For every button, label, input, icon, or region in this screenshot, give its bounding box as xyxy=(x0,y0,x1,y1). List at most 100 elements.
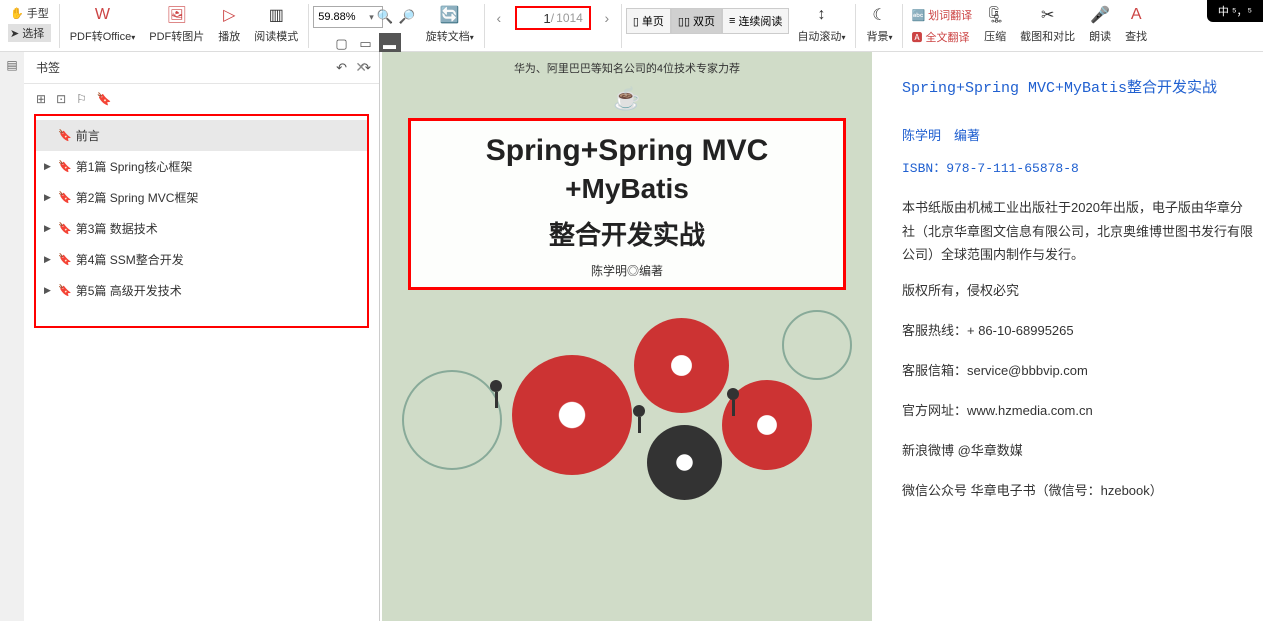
cover-gears xyxy=(382,310,872,590)
rotate-doc-button[interactable]: 🔄 旋转文档▾ xyxy=(420,2,480,46)
bookmark-item[interactable]: ▶ 🔖 第4篇 SSM整合开发 xyxy=(36,244,367,275)
read-mode-button[interactable]: ▥ 阅读模式 xyxy=(248,2,304,46)
chevron-right-icon[interactable]: ▶ xyxy=(44,192,54,203)
compress-button[interactable]: 🗜 压缩 xyxy=(978,2,1012,46)
bookmark-leaf-icon: 🔖 xyxy=(58,284,72,297)
rotate-icon: 🔄 xyxy=(439,4,461,26)
double-page-button[interactable]: ▯▯双页 xyxy=(671,8,722,34)
outline-tab-icon[interactable]: ▤ xyxy=(6,58,17,72)
chevron-right-icon[interactable]: ▶ xyxy=(44,254,54,265)
chevron-right-icon[interactable]: ▶ xyxy=(44,161,54,172)
play-icon: ▷ xyxy=(218,4,240,26)
bookmark-item[interactable]: 🔖 前言 xyxy=(36,120,367,151)
full-translate-button[interactable]: 🅰全文翻译 xyxy=(907,26,976,48)
cover-title-box: Spring+Spring MVC +MyBatis 整合开发实战 陈学明◎编著 xyxy=(408,118,846,290)
zoom-out-icon: 🔍 xyxy=(376,9,393,25)
play-button[interactable]: ▷ 播放 xyxy=(212,2,246,46)
bookmark-leaf-icon: 🔖 xyxy=(58,191,72,204)
cover-banner: 华为、阿里巴巴等知名公司的4位技术专家力荐 xyxy=(382,52,872,80)
book-isbn: ISBN：978-7-111-65878-8 xyxy=(902,154,1255,184)
auto-scroll-button[interactable]: ↕ 自动滚动▾ xyxy=(791,2,851,46)
pdf-to-image-button[interactable]: 🖼 PDF转图片 xyxy=(143,2,210,46)
bookmark-leaf-icon: 🔖 xyxy=(58,129,72,142)
word-translate-button[interactable]: 🔤划词翻译 xyxy=(907,4,976,26)
add-bookmark-icon[interactable]: ⊞ xyxy=(36,92,46,106)
mic-icon: 🎤 xyxy=(1089,4,1111,26)
bookmark-item[interactable]: ▶ 🔖 第3篇 数据技术 xyxy=(36,213,367,244)
continuous-button[interactable]: ≡连续阅读 xyxy=(722,8,789,34)
zoom-in-icon: 🔎 xyxy=(398,9,415,25)
find-button[interactable]: A 查找 xyxy=(1119,2,1153,46)
cover-title-line2: +MyBatis xyxy=(419,173,835,205)
zoom-in-button[interactable]: 🔎 xyxy=(396,6,418,28)
book-title: Spring+Spring MVC+MyBatis整合开发实战 xyxy=(902,72,1255,107)
prev-page-button[interactable]: ‹ xyxy=(489,8,509,28)
book-author: 陈学明 编著 xyxy=(902,121,1255,151)
page-input[interactable] xyxy=(523,11,551,26)
main-area: ▤ 书签 ✕ ⊞ ⊡ ⚐ 🔖 🔖 前言 ▶ 🔖 xyxy=(0,52,1263,621)
divider xyxy=(59,4,60,48)
scroll-icon: ↕ xyxy=(810,4,832,26)
crop-icon: ✂ xyxy=(1037,4,1059,26)
background-button[interactable]: ☾ 背景▾ xyxy=(860,2,898,46)
bookmark-list: 🔖 前言 ▶ 🔖 第1篇 Spring核心框架 ▶ 🔖 第2篇 Spring M… xyxy=(34,114,369,328)
single-page-button[interactable]: ▯单页 xyxy=(626,8,671,34)
book-icon: ▥ xyxy=(265,4,287,26)
translate-icon: 🔤 xyxy=(911,9,925,22)
top-toolbar: ✋手型 ➤选择 W PDF转Office▾ 🖼 PDF转图片 ▷ 播放 ▥ 阅读… xyxy=(0,0,1263,52)
divider xyxy=(621,4,622,48)
bookmark-icon[interactable]: 🔖 xyxy=(97,92,112,106)
bookmark-leaf-icon: 🔖 xyxy=(58,222,72,235)
dropdown-icon: ▾ xyxy=(470,33,474,42)
dropdown-icon: ▾ xyxy=(131,33,135,42)
expand-all-icon[interactable]: ⊡ xyxy=(56,92,66,106)
chevron-right-icon[interactable]: ▶ xyxy=(44,285,54,296)
wechat-text: 微信公众号 华章电子书（微信号：hzebook） xyxy=(902,476,1255,506)
word-icon: W xyxy=(91,4,113,26)
coffee-cup-icon: ☕ xyxy=(382,86,872,112)
chevron-right-icon[interactable]: ▶ xyxy=(44,223,54,234)
bookmark-leaf-icon: 🔖 xyxy=(58,160,72,173)
dropdown-icon: ▾ xyxy=(841,33,845,42)
bookmark-item[interactable]: ▶ 🔖 第2篇 Spring MVC框架 xyxy=(36,182,367,213)
divider xyxy=(308,4,309,48)
dropdown-icon: ▾ xyxy=(888,33,892,42)
bookmark-flag-icon[interactable]: ⚐ xyxy=(76,92,87,106)
next-page-button[interactable]: › xyxy=(597,8,617,28)
side-icon-bar: ▤ xyxy=(0,52,24,621)
sidebar-tools: ⊞ ⊡ ⚐ 🔖 xyxy=(24,84,379,114)
crop-compare-button[interactable]: ✂ 截图和对比 xyxy=(1014,2,1081,46)
continuous-icon: ≡ xyxy=(729,15,735,27)
sidebar: 书签 ✕ ⊞ ⊡ ⚐ 🔖 🔖 前言 ▶ 🔖 第1篇 Spring核心框架 xyxy=(24,52,379,621)
double-page-icon: ▯▯ xyxy=(678,15,690,28)
cursor-icon: ➤ xyxy=(10,27,19,40)
email-text: 客服信箱：service@bbbvip.com xyxy=(902,356,1255,386)
ime-badge: 中 ⁵，⁵ xyxy=(1207,0,1263,22)
read-aloud-button[interactable]: 🎤 朗读 xyxy=(1083,2,1117,46)
cover-title-line3: 整合开发实战 xyxy=(419,215,835,252)
page-input-wrap: / 1014 xyxy=(515,6,591,30)
pdf-to-office-button[interactable]: W PDF转Office▾ xyxy=(64,2,142,46)
sidebar-header: 书签 ✕ xyxy=(24,52,379,84)
bookmark-item[interactable]: ▶ 🔖 第5篇 高级开发技术 xyxy=(36,275,367,306)
moon-icon: ☾ xyxy=(868,4,890,26)
zoom-out-button[interactable]: 🔍 xyxy=(374,6,396,28)
page-view[interactable]: 华为、阿里巴巴等知名公司的4位技术专家力荐 ☕ Spring+Spring MV… xyxy=(382,52,872,621)
image-icon: 🖼 xyxy=(166,4,188,26)
single-page-icon: ▯ xyxy=(633,15,639,28)
sidebar-title: 书签 xyxy=(36,59,60,76)
hotline-text: 客服热线：+ 86-10-68995265 xyxy=(902,316,1255,346)
sidebar-close-button[interactable]: ✕ xyxy=(355,59,367,76)
website-text: 官方网址：www.hzmedia.com.cn xyxy=(902,396,1255,426)
bookmark-item[interactable]: ▶ 🔖 第1篇 Spring核心框架 xyxy=(36,151,367,182)
book-description: 本书纸版由机械工业出版社于2020年出版，电子版由华章分社（北京华章图文信息有限… xyxy=(902,196,1255,266)
book-info-panel: Spring+Spring MVC+MyBatis整合开发实战 陈学明 编著 I… xyxy=(872,52,1263,621)
search-icon: A xyxy=(1125,4,1147,26)
weibo-text: 新浪微博 @华章数媒 xyxy=(902,436,1255,466)
cover-author: 陈学明◎编著 xyxy=(419,262,835,279)
divider xyxy=(855,4,856,48)
cover-title-line1: Spring+Spring MVC xyxy=(419,133,835,169)
bookmark-leaf-icon: 🔖 xyxy=(58,253,72,266)
hand-tool[interactable]: ✋手型 xyxy=(8,4,51,22)
select-tool[interactable]: ➤选择 xyxy=(8,24,51,42)
